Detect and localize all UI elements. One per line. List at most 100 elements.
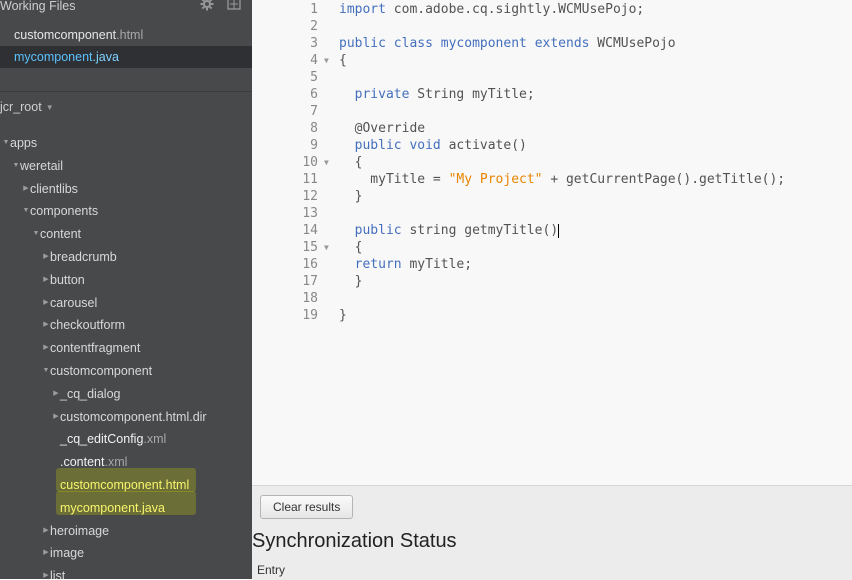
code-line: 5 <box>252 69 852 86</box>
sidebar: Working Files customcomponent.html mycom… <box>0 0 252 579</box>
tree-item[interactable]: _cq_editConfig.xml <box>0 428 252 450</box>
code-keyword: private <box>354 87 410 102</box>
line-number: 10 <box>302 155 318 170</box>
code-text: { <box>339 52 347 69</box>
collapsed-arrow-icon[interactable]: ▶ <box>22 178 30 200</box>
code-line: 4 ▼ { <box>252 52 852 69</box>
code-text: { <box>339 154 363 171</box>
collapsed-arrow-icon[interactable]: ▶ <box>42 337 50 359</box>
tree-item-ext: .xml <box>143 432 167 447</box>
tree-item-name: checkoutform <box>50 318 126 333</box>
expanded-arrow-icon[interactable]: ▼ <box>42 360 50 382</box>
sync-panel: Clear results Synchronization Status Ent… <box>252 485 852 580</box>
tree-item[interactable]: ▶ _cq_dialog <box>0 383 252 405</box>
tree-item-name: clientlibs <box>30 181 78 196</box>
code-token: activate() <box>440 138 527 153</box>
tree-item-name: customcomponent <box>50 364 153 378</box>
code-text: public class mycomponent extends WCMUseP… <box>339 35 676 52</box>
code-keyword: public <box>354 138 402 153</box>
tree-item-name: image <box>50 546 85 561</box>
tree-item[interactable]: ▶ checkoutform <box>0 314 252 336</box>
collapsed-arrow-icon[interactable]: ▶ <box>42 542 50 564</box>
tree-item[interactable]: ▶ clientlibs <box>0 178 252 200</box>
tree-item[interactable]: ▼ customcomponent <box>0 360 252 382</box>
working-file-item-active[interactable]: mycomponent.java <box>0 46 252 68</box>
code-keyword: public <box>354 223 402 238</box>
code-line: 1 import com.adobe.cq.sightly.WCMUsePojo; <box>252 1 852 18</box>
tree-item[interactable]: ▶ contentfragment <box>0 337 252 359</box>
code-token: WCMUsePojo <box>589 36 676 51</box>
split-view-icon[interactable] <box>227 0 241 11</box>
tree-item[interactable]: ▶ customcomponent.html.dir <box>0 406 252 428</box>
tree-item[interactable]: ▶ button <box>0 269 252 291</box>
expanded-arrow-icon[interactable]: ▼ <box>12 155 20 177</box>
collapsed-arrow-icon[interactable]: ▶ <box>42 565 50 579</box>
collapsed-arrow-icon[interactable]: ▶ <box>42 269 50 291</box>
line-number: 11 <box>302 172 318 187</box>
tree-item-name: heroimage <box>50 523 110 538</box>
tree-item-label: _cq_dialog <box>60 383 120 405</box>
line-number: 17 <box>302 274 318 289</box>
fold-arrow-icon[interactable]: ▼ <box>324 239 329 256</box>
tree-item[interactable]: ▼ components <box>0 200 252 222</box>
expanded-arrow-icon[interactable]: ▼ <box>32 223 40 245</box>
code-line: 2 <box>252 18 852 35</box>
tree-item-label: heroimage <box>50 520 109 542</box>
working-file-ext: .html <box>116 28 144 42</box>
tree-item[interactable]: ▶ image <box>0 542 252 564</box>
code-token: { <box>339 155 363 170</box>
collapsed-arrow-icon[interactable]: ▶ <box>52 383 60 405</box>
working-file-item[interactable]: customcomponent.html <box>0 24 252 46</box>
fold-arrow-icon[interactable]: ▼ <box>324 52 329 69</box>
code-token: @Override <box>339 121 426 136</box>
tree-item[interactable]: ▶ list <box>0 565 252 579</box>
tree-item[interactable]: ▼ apps <box>0 132 252 154</box>
line-number: 2 <box>310 19 318 34</box>
tree-item[interactable]: ▼ content <box>0 223 252 245</box>
working-file-ext: .java <box>92 50 119 64</box>
collapsed-arrow-icon[interactable]: ▶ <box>42 520 50 542</box>
code-line: 19} <box>252 307 852 324</box>
code-lines: 1 import com.adobe.cq.sightly.WCMUsePojo;… <box>252 1 852 324</box>
tree-item[interactable]: ▶ breadcrumb <box>0 246 252 268</box>
line-number: 14 <box>302 223 318 238</box>
collapsed-arrow-icon[interactable]: ▶ <box>52 406 60 428</box>
code-token: } <box>339 308 347 323</box>
code-keyword: extends <box>534 36 590 51</box>
expanded-arrow-icon[interactable]: ▼ <box>22 200 30 222</box>
code-keyword: import <box>339 2 386 17</box>
tree-item-name: contentfragment <box>50 341 141 356</box>
collapsed-arrow-icon[interactable]: ▶ <box>42 292 50 314</box>
clear-results-button[interactable]: Clear results <box>260 495 354 519</box>
code-token: { <box>339 53 347 68</box>
tree-item[interactable]: ▶ heroimage <box>0 520 252 542</box>
line-number: 9 <box>310 138 318 153</box>
code-token: } <box>339 189 363 204</box>
code-editor[interactable]: 1 import com.adobe.cq.sightly.WCMUsePojo;… <box>252 0 852 485</box>
tree-item-label: customcomponent.html.dir <box>60 406 207 428</box>
code-keyword: return <box>354 257 402 272</box>
code-line: 16 return myTitle; <box>252 256 852 273</box>
code-text: public string getmyTitle() <box>339 222 560 239</box>
project-root-dropdown[interactable]: jcr_root ▼ <box>0 100 54 114</box>
line-number: 7 <box>310 104 318 119</box>
code-token: { <box>339 240 363 255</box>
line-number: 19 <box>302 308 318 323</box>
expanded-arrow-icon[interactable]: ▼ <box>2 132 10 154</box>
collapsed-arrow-icon[interactable]: ▶ <box>42 314 50 336</box>
gear-icon[interactable] <box>200 0 214 11</box>
tree-item[interactable]: ▶ carousel <box>0 292 252 314</box>
tree-item[interactable]: ▼ weretail <box>0 155 252 177</box>
collapsed-arrow-icon[interactable]: ▶ <box>42 246 50 268</box>
code-text: return myTitle; <box>339 256 472 273</box>
tree-item-label: carousel <box>50 292 97 314</box>
fold-arrow-icon[interactable]: ▼ <box>324 154 329 171</box>
tree-item-name: list <box>50 569 66 579</box>
text-cursor <box>558 223 560 238</box>
tree-item[interactable]: mycomponent.java <box>0 490 252 519</box>
tree-item-name: weretail <box>20 158 64 173</box>
